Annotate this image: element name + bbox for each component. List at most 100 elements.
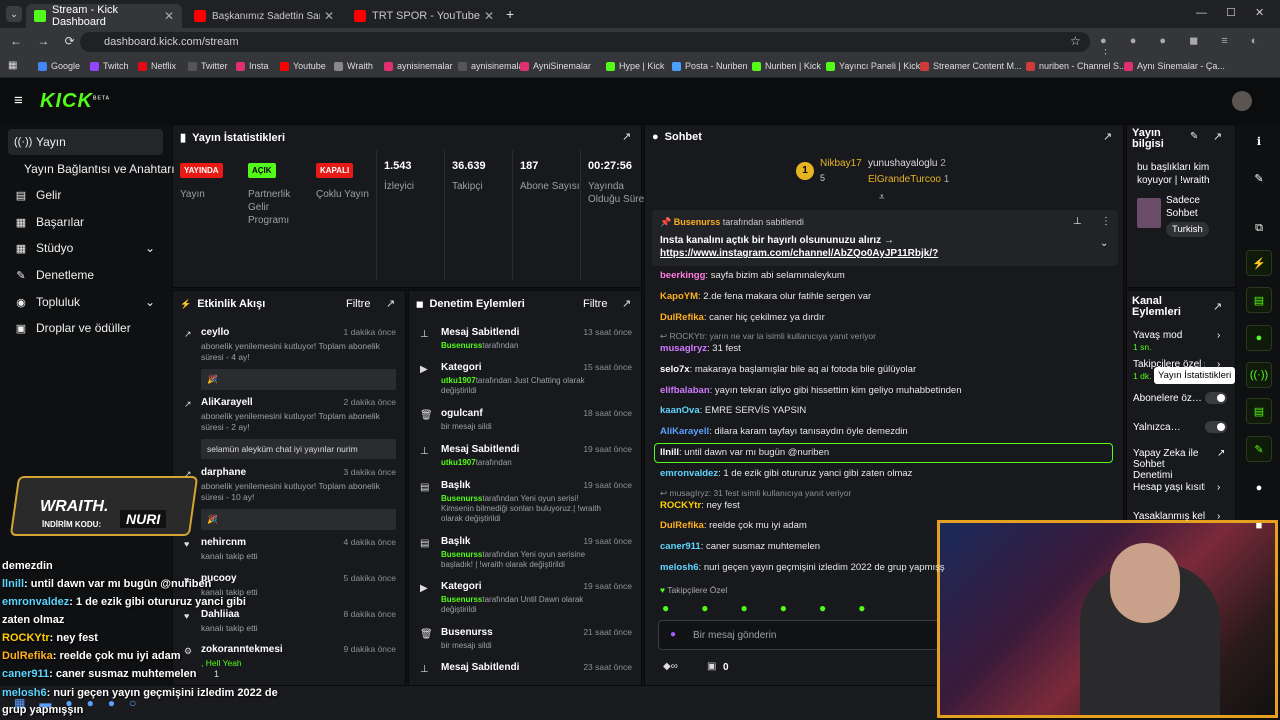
popout-icon[interactable]: ↗ bbox=[622, 130, 631, 143]
info-icon[interactable]: ℹ bbox=[1246, 128, 1272, 154]
chat-message[interactable]: llnill: until dawn var mı bugün @nuriben bbox=[660, 447, 829, 458]
chevron-down-icon[interactable]: ⌄ bbox=[145, 295, 155, 309]
chevron-down-icon[interactable]: ⌄ bbox=[145, 241, 155, 255]
popout-icon[interactable]: ↗ bbox=[1103, 130, 1112, 143]
toggle-switch[interactable] bbox=[1205, 392, 1227, 404]
channel-action-item[interactable]: Abonelere öz… bbox=[1133, 392, 1229, 404]
edit-icon[interactable]: ✎ bbox=[1246, 165, 1272, 191]
close-icon[interactable]: ✕ bbox=[164, 9, 174, 23]
sidebar-item-3[interactable]: ▦ Başarılar bbox=[8, 209, 163, 235]
sidebar-item-7[interactable]: ▣ Droplar ve ödüller bbox=[8, 315, 163, 341]
bookmark-item[interactable]: Posta - Nuriben bbox=[672, 61, 748, 71]
close-icon[interactable]: ✕ bbox=[324, 9, 334, 23]
popout-icon[interactable]: ↗ bbox=[386, 297, 395, 310]
chat-message[interactable]: ↩ ROCKYtr: yarın ne var la isimli kullan… bbox=[660, 331, 876, 342]
close-icon[interactable]: ✕ bbox=[484, 9, 494, 23]
bolt-icon[interactable]: ⚡ bbox=[1246, 250, 1272, 276]
chat-message[interactable]: DulRefika: caner hiç çekilmez ya dırdır bbox=[660, 312, 825, 323]
bookmark-item[interactable]: Twitter bbox=[188, 61, 228, 71]
bookmark-item[interactable]: Wraith bbox=[334, 61, 373, 71]
chat-message[interactable]: elifbalaban: yayın tekrarı izliyo gibi h… bbox=[660, 385, 962, 396]
tab-youtube-1[interactable]: Başkanımız Sadettin Saran Gün…✕ bbox=[186, 4, 342, 28]
list-icon[interactable]: ▤ bbox=[1246, 287, 1272, 313]
address-bar[interactable]: dashboard.kick.com/stream bbox=[80, 32, 1090, 52]
bookmark-item[interactable]: Yayıncı Paneli | Kick bbox=[826, 61, 920, 71]
broadcast-icon[interactable]: ((·)) bbox=[1246, 362, 1272, 388]
chat-message[interactable]: kaanOva: EMRE SERVİS YAPSIN bbox=[660, 405, 806, 416]
activity-filter-button[interactable]: Filtre bbox=[346, 298, 370, 310]
chat-message[interactable]: ↩ musagIryz: 31 fest isimli kullanıcıya … bbox=[660, 488, 851, 499]
gift-icon[interactable]: ▣ bbox=[707, 661, 716, 672]
bookmark-item[interactable]: Nuriben | Kick bbox=[752, 61, 821, 71]
bookmark-item[interactable]: Aynı Sinemalar - Ça... bbox=[1124, 61, 1225, 71]
pinned-link[interactable]: https://www.instagram.com/channel/AbZQo0… bbox=[660, 248, 938, 259]
bookmark-item[interactable]: Google bbox=[38, 61, 80, 71]
moderation-filter-button[interactable]: Filtre bbox=[583, 298, 607, 310]
tab-youtube-2[interactable]: TRT SPOR - YouTube ✕ bbox=[346, 4, 502, 28]
popout-icon[interactable]: ↗ bbox=[1217, 448, 1225, 459]
bookmark-item[interactable]: Netflix bbox=[138, 61, 176, 71]
chat-message[interactable]: musagIryz: 31 fest bbox=[660, 343, 741, 354]
apps-icon[interactable]: ▦ bbox=[8, 60, 17, 71]
sidebar-item-5[interactable]: ✎ Denetleme bbox=[8, 262, 163, 288]
channel-action-item[interactable]: Yalnızca… bbox=[1133, 421, 1229, 433]
chat-message[interactable]: emronvaldez: 1 de ezik gibi otururuz yan… bbox=[660, 468, 912, 479]
mic-icon[interactable]: ● bbox=[670, 629, 676, 640]
sidebar-item-6[interactable]: ◉ Topluluk ⌄ bbox=[8, 289, 163, 315]
bookmark-item[interactable]: Hype | Kick bbox=[606, 61, 664, 71]
popout-icon[interactable]: ↗ bbox=[1213, 300, 1222, 313]
bookmark-item[interactable]: AyniSinemalar bbox=[520, 61, 591, 71]
chat-message[interactable]: caner911: caner susmaz muhtemelen bbox=[660, 541, 820, 552]
edit-icon[interactable]: ✎ bbox=[1190, 131, 1198, 142]
star-icon[interactable]: ☆ bbox=[1070, 34, 1081, 48]
popout-icon[interactable]: ↗ bbox=[622, 297, 631, 310]
bookmark-item[interactable]: Twitch bbox=[90, 61, 129, 71]
stop-icon[interactable]: ■ bbox=[1246, 513, 1272, 539]
chevron-right-icon[interactable]: › bbox=[1217, 482, 1220, 493]
chat-icon[interactable]: ● bbox=[1246, 325, 1272, 351]
top-gifter-1[interactable]: Nikbay17 bbox=[820, 158, 862, 169]
window-controls[interactable]: — ☐ ✕ bbox=[1196, 6, 1264, 19]
chat-message[interactable]: selo7x: makaraya başlamışlar bile aq ai … bbox=[660, 364, 916, 375]
more-icon[interactable]: ⋮ bbox=[1101, 216, 1111, 227]
channel-action-item[interactable]: Yasaklanmış kelin…› bbox=[1133, 511, 1229, 522]
top-gifter-3[interactable]: ElGrandeTurcoo 1 bbox=[868, 174, 949, 185]
emote-row[interactable]: ●●●●●● bbox=[662, 601, 922, 615]
crop-icon[interactable]: ⧉ bbox=[1246, 215, 1272, 241]
channel-action-item[interactable]: Yavaş mod 1 sn. › bbox=[1133, 330, 1229, 353]
bookmark-item[interactable]: Streamer Content M... bbox=[920, 61, 1022, 71]
top-gifter-2[interactable]: yunushayaloglu 2 bbox=[868, 158, 946, 169]
dot-icon[interactable]: ● bbox=[1246, 475, 1272, 501]
new-tab-button[interactable]: + bbox=[506, 6, 514, 22]
grid-icon[interactable]: ▤ bbox=[1246, 398, 1272, 424]
bookmark-item[interactable]: Youtube bbox=[280, 61, 326, 71]
expand-icon[interactable]: ⩡ bbox=[879, 192, 885, 203]
kick-logo[interactable]: KICKBETA bbox=[40, 90, 110, 113]
emote-picker-icon[interactable]: ◆∞ bbox=[663, 661, 678, 672]
tab-kick-dashboard[interactable]: Stream - Kick Dashboard ✕ bbox=[26, 4, 182, 28]
chat-message[interactable]: ROCKYtr: ney fest bbox=[660, 500, 740, 511]
chevron-down-icon[interactable]: ⌄ bbox=[1100, 238, 1108, 249]
sidebar-item-4[interactable]: ▦ Stüdyo ⌄ bbox=[8, 235, 163, 261]
bookmark-item[interactable]: nuriben - Channel S... bbox=[1026, 61, 1127, 71]
wrench-icon[interactable]: ✎ bbox=[1246, 436, 1272, 462]
sidebar-item-1[interactable]: Yayın Bağlantısı ve Anahtarı bbox=[8, 156, 175, 182]
category-name[interactable]: Sadece Sohbet bbox=[1166, 194, 1232, 220]
toggle-switch[interactable] bbox=[1205, 421, 1227, 433]
tab-list-button[interactable]: ⌄ bbox=[6, 6, 22, 22]
chevron-right-icon[interactable]: › bbox=[1217, 359, 1220, 370]
chat-message[interactable]: AliKarayell: dilara karam tayfayı tanısa… bbox=[660, 426, 908, 437]
unpin-icon[interactable]: ⊥ bbox=[1073, 216, 1082, 227]
channel-action-item[interactable]: Hesap yaşı kısıtla › bbox=[1133, 482, 1229, 493]
avatar[interactable] bbox=[1232, 91, 1252, 111]
bookmark-item[interactable]: aynisinemalar bbox=[384, 61, 453, 71]
chat-message[interactable]: beerkingg: sayfa bizim abi selamınaleyku… bbox=[660, 270, 845, 281]
nav-buttons[interactable]: ← → ⟳ bbox=[10, 34, 75, 48]
chat-message[interactable]: melosh6: nuri geçen yayın geçmişini izle… bbox=[660, 562, 945, 573]
chat-message[interactable]: KapoYM: 2.de fena makara olur fatihle se… bbox=[660, 291, 871, 302]
chevron-right-icon[interactable]: › bbox=[1217, 330, 1220, 341]
bookmark-item[interactable]: Insta bbox=[236, 61, 269, 71]
bookmark-item[interactable]: aynisinemalar bbox=[458, 61, 527, 71]
chevron-right-icon[interactable]: › bbox=[1217, 511, 1220, 522]
popout-icon[interactable]: ↗ bbox=[1213, 130, 1222, 143]
